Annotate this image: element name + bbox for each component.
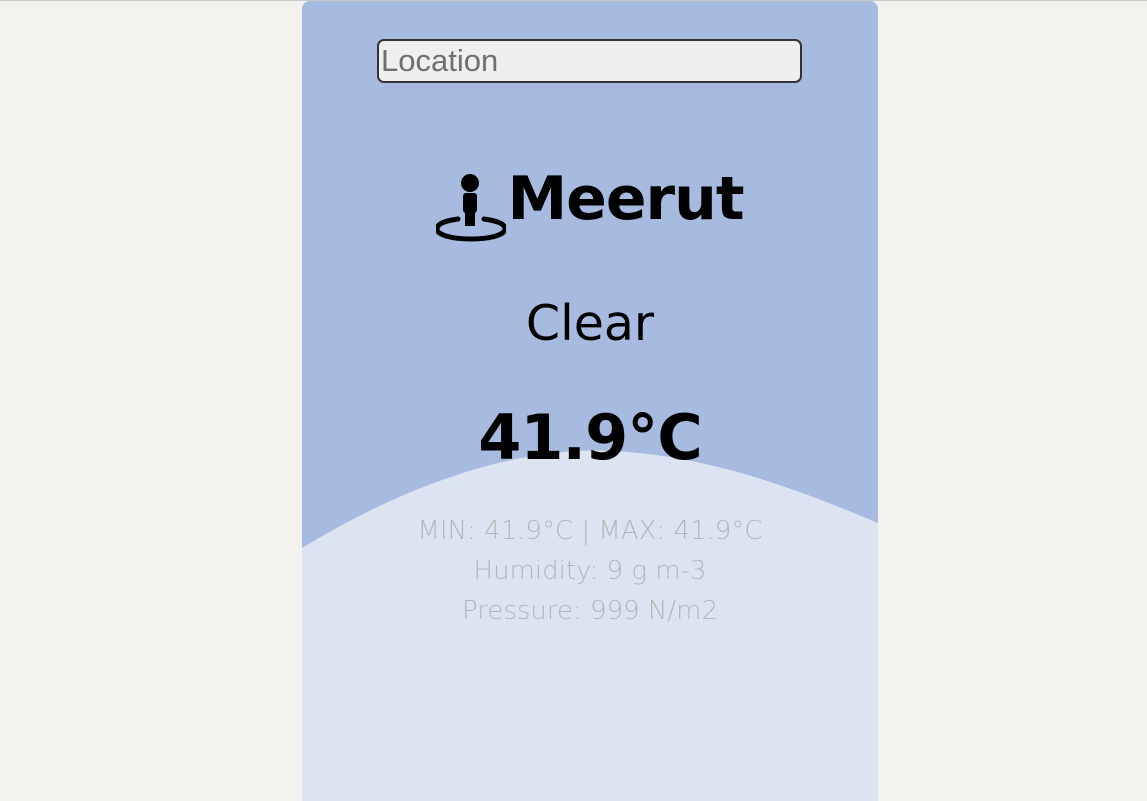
location-search-input[interactable] <box>377 39 802 83</box>
city-header: Meerut <box>302 156 878 242</box>
person-pin-icon <box>434 168 508 242</box>
pressure-value: Pressure: 999 N/m2 <box>461 596 718 626</box>
weather-condition: Clear <box>525 295 655 352</box>
humidity-value: Humidity: 9 g m-3 <box>473 556 707 586</box>
weather-details: MIN: 41.9°C | MAX: 41.9°C Humidity: 9 g … <box>302 511 878 631</box>
city-name: Meerut <box>507 164 744 234</box>
weather-card: Meerut Clear 41.9°C MIN: 41.9°C | MAX: 4… <box>302 1 878 801</box>
min-max-temperature: MIN: 41.9°C | MAX: 41.9°C <box>417 516 763 546</box>
current-temperature: 41.9°C <box>478 401 702 474</box>
